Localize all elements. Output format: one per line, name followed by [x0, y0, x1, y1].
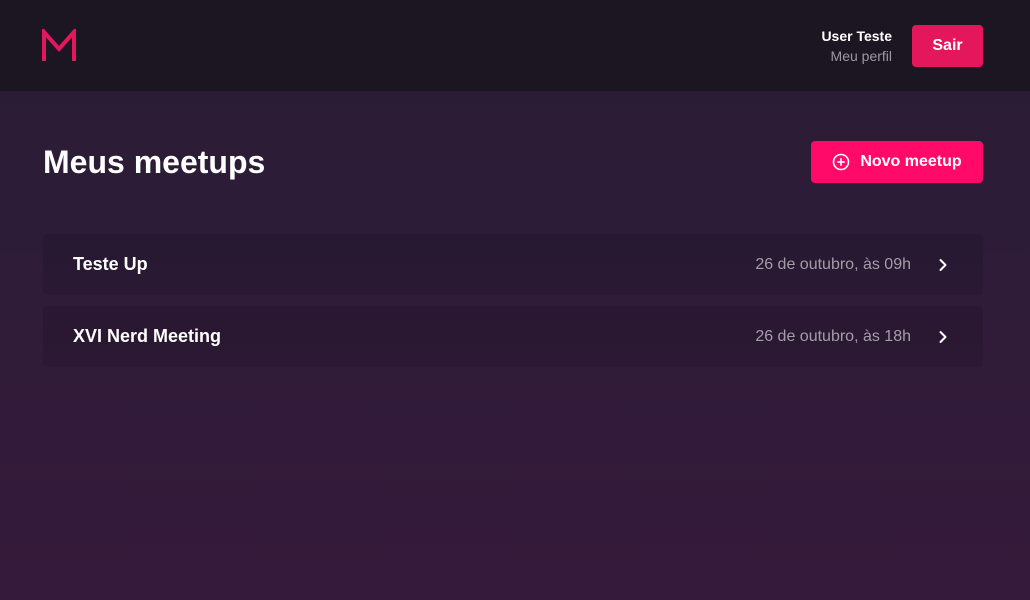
logout-button[interactable]: Sair: [912, 24, 983, 67]
list-item[interactable]: XVI Nerd Meeting 26 de outubro, às 18h: [43, 306, 983, 367]
meetup-date: 26 de outubro, às 18h: [755, 327, 911, 345]
title-row: Meus meetups Novo meetup: [43, 141, 983, 183]
user-name: User Teste: [821, 27, 892, 44]
meetup-meta: 26 de outubro, às 18h: [755, 327, 953, 347]
new-meetup-button[interactable]: Novo meetup: [811, 141, 983, 183]
logo-m-icon[interactable]: [42, 28, 76, 63]
new-meetup-label: Novo meetup: [860, 153, 962, 170]
header-user-area: User Teste Meu perfil Sair: [821, 24, 983, 67]
chevron-right-icon[interactable]: [933, 327, 953, 347]
user-info: User Teste Meu perfil: [821, 26, 892, 66]
list-item[interactable]: Teste Up 26 de outubro, às 09h: [43, 234, 983, 295]
chevron-right-icon[interactable]: [933, 255, 953, 275]
meetup-date: 26 de outubro, às 09h: [755, 255, 911, 273]
meetup-title: XVI Nerd Meeting: [73, 326, 222, 346]
app-header: User Teste Meu perfil Sair: [0, 0, 1030, 91]
meetup-title: Teste Up: [73, 254, 148, 274]
add-circle-icon: [833, 153, 850, 171]
page-title: Meus meetups: [43, 143, 266, 180]
meetup-meta: 26 de outubro, às 09h: [755, 255, 953, 275]
meetup-list: Teste Up 26 de outubro, às 09h XVI Nerd …: [43, 234, 983, 367]
profile-link[interactable]: Meu perfil: [821, 46, 892, 66]
main-content: Meus meetups Novo meetup Teste Up 26 de …: [0, 91, 1030, 367]
